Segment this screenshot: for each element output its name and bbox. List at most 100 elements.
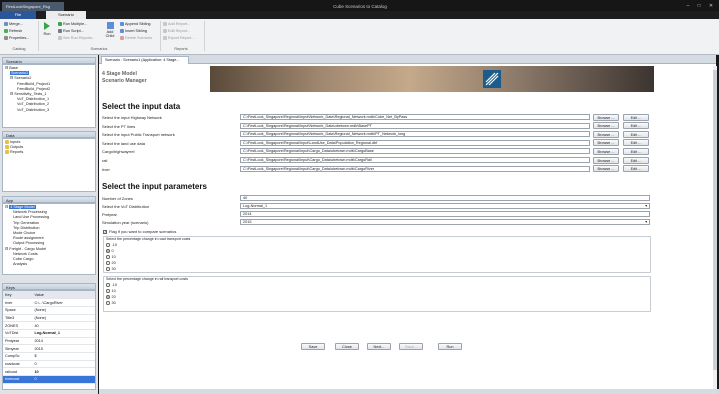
append-icon (120, 22, 124, 26)
input-path-field[interactable]: C:\FirstLook_Singapore\Regional\Input\Ca… (240, 157, 590, 163)
document-tab[interactable]: FirstLookSingapore_Rsg (2, 2, 64, 11)
close-window-button[interactable]: ✕ (706, 3, 716, 9)
road-option-20[interactable]: 20 (106, 261, 116, 265)
key-row[interactable]: VoTDist Log-Normal_1 (3, 329, 95, 338)
browse-button[interactable]: Browse ... (593, 130, 619, 138)
key-row[interactable]: railcost 10 (3, 367, 95, 377)
compare-checkbox[interactable]: ✓ Flag if you want to compare scenarios (103, 229, 176, 234)
browse-button[interactable]: Browse ... (593, 165, 619, 173)
folder-icon (5, 150, 9, 155)
banner-image (210, 66, 654, 92)
run-multiple-button[interactable]: Run Multiple... (58, 22, 87, 26)
browse-button[interactable]: Browse ... (593, 147, 619, 155)
pmtyear-field[interactable]: 2014 (240, 211, 650, 217)
simyear-select[interactable]: 2015 ▼ (240, 219, 650, 225)
edit-button[interactable]: Edit ... (623, 113, 649, 121)
browse-button[interactable]: Browse ... (593, 156, 619, 164)
input-path-field[interactable]: C:\FirstLook_Singapore\Regional\Input\La… (240, 139, 590, 146)
refresh-icon (4, 29, 8, 33)
rail-option-10[interactable]: 10 (106, 289, 116, 293)
insert-icon (120, 29, 124, 33)
keys-pane-header: Keys (2, 283, 96, 290)
key-row[interactable]: Pmtyear 2014 (3, 337, 95, 346)
key-cell: Space (3, 306, 33, 315)
key-row[interactable]: ZONES 40 (3, 321, 95, 330)
input-params-heading: Select the input parameters (102, 182, 207, 191)
zones-field[interactable]: 40 (240, 195, 650, 201)
properties-button[interactable]: Properties... (4, 36, 29, 40)
next-button[interactable]: Next... (367, 343, 391, 350)
edit-report-button[interactable]: Edit Report... (163, 29, 190, 33)
scrollbar-thumb[interactable] (713, 70, 717, 370)
data-pane-header: Data (2, 131, 96, 138)
tree-node-analysis[interactable]: Analysis (5, 262, 93, 267)
value-cell: (None) (32, 306, 95, 315)
rail-option-minus10[interactable]: -10 (106, 283, 117, 287)
key-cell: CompSc (3, 352, 33, 361)
value-cell: 0 (32, 360, 95, 369)
edit-button[interactable]: Edit ... (623, 130, 649, 138)
scenario-ribbon-tab[interactable]: Scenario (46, 11, 86, 19)
app-tree: ⊟ 4 Stage Model Network Processing Land … (2, 203, 96, 275)
close-button[interactable]: Close (335, 343, 359, 350)
tree-node-vot3[interactable]: VoT_Distribution_3 (5, 108, 93, 113)
browse-button[interactable]: Browse ... (593, 122, 619, 130)
append-sibling-button[interactable]: Append Sibling (120, 22, 151, 26)
back-button[interactable]: Back... (399, 343, 423, 350)
tree-node-reports[interactable]: Reports (5, 150, 93, 155)
edit-button[interactable]: Edit ... (623, 139, 649, 147)
road-option-10[interactable]: 10 (106, 255, 116, 259)
browse-button[interactable]: Browse ... (593, 113, 619, 121)
rail-option-20[interactable]: 20 (106, 295, 116, 299)
run-scenario-button[interactable]: Run (438, 343, 462, 350)
add-report-button[interactable]: Add Report... (163, 22, 190, 26)
road-option-30[interactable]: 30 (106, 267, 116, 271)
minimize-button[interactable]: – (683, 3, 693, 9)
insert-sibling-button[interactable]: Insert Sibling (120, 29, 147, 33)
maximize-button[interactable]: □ (694, 3, 704, 9)
road-option-0[interactable]: 0 (106, 249, 114, 253)
key-row[interactable]: CompSc $ (3, 352, 95, 361)
run-multiple-icon (58, 22, 62, 26)
see-run-reports-button[interactable]: See Run Reports... (58, 36, 95, 40)
key-row[interactable]: roadcost 0 (3, 360, 95, 369)
run-script-button[interactable]: Run Script... (58, 29, 84, 33)
value-cell: 40 (32, 321, 95, 330)
key-row[interactable]: river C:\...\CargoRiver (3, 298, 95, 307)
add-child-button[interactable]: Add Child (104, 22, 116, 38)
key-row[interactable]: Space (None) (3, 306, 95, 315)
key-row[interactable]: Title3 (None) (3, 314, 95, 323)
edit-button[interactable]: Edit ... (623, 156, 649, 164)
run-button[interactable]: Run (42, 22, 52, 36)
edit-button[interactable]: Edit ... (623, 165, 649, 173)
file-tab[interactable]: File (0, 11, 36, 19)
save-button[interactable]: Save (301, 343, 325, 350)
scenario-tree: ⊟ Base Scenario1 ⊟ Scenario2 FeedBuild_P… (2, 64, 96, 128)
refresh-button[interactable]: Refresh (4, 29, 22, 33)
add-child-icon (106, 22, 114, 29)
status-bar (99, 389, 719, 394)
edit-button[interactable]: Edit ... (623, 147, 649, 155)
browse-button[interactable]: Browse ... (593, 139, 619, 147)
input-path-field[interactable]: C:\FirstLook_Singapore\Regional\Input\Ne… (240, 131, 590, 138)
key-row[interactable]: rivercost 0 (3, 375, 95, 384)
export-report-button[interactable]: Export Report... (163, 36, 195, 40)
input-path-field[interactable]: C:\FirstLook_Singapore\Regional\Input\Ne… (240, 114, 590, 120)
edit-button[interactable]: Edit ... (623, 122, 649, 130)
input-path-field[interactable]: C:\FirstLook_Singapore\Regional\Input\Ca… (240, 165, 590, 172)
zones-label: Number of Zones (102, 196, 133, 201)
delete-scenario-button[interactable]: Delete Scenario (120, 36, 152, 40)
value-cell: 10 (32, 367, 95, 377)
rail-option-30[interactable]: 30 (106, 301, 116, 305)
merge-button[interactable]: Merge... (4, 22, 23, 26)
ribbon-separator (204, 21, 205, 51)
scenario-document-tab[interactable]: Scenario : Scenario1 (Application: 4 Sta… (101, 56, 189, 64)
input-path-field[interactable]: C:\FirstLook_Singapore\Regional\Input\Ca… (240, 148, 590, 155)
key-row[interactable]: Simyear 2015 (3, 344, 95, 353)
key-cell: VoTDist (3, 329, 33, 338)
road-option-minus10[interactable]: -10 (106, 243, 117, 247)
vot-select[interactable]: Log-Normal_1 ▼ (240, 203, 650, 209)
value-cell: C:\...\CargoRiver (32, 298, 95, 307)
input-path-field[interactable]: C:\FirstLook_Singapore\Regional\Input\Ne… (240, 122, 590, 129)
cube-logo (483, 70, 501, 88)
